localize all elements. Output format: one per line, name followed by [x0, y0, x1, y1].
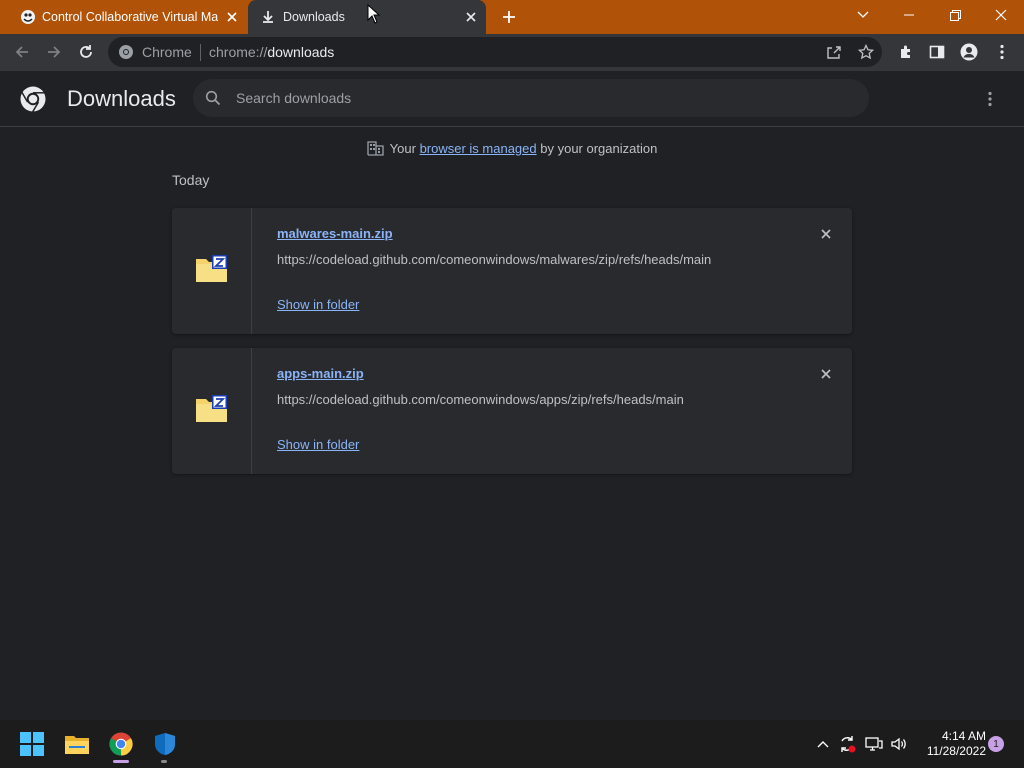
download-item: malwares-main.zip https://codeload.githu…: [172, 208, 852, 334]
back-button[interactable]: [8, 38, 36, 66]
managed-suffix: by your organization: [540, 141, 658, 156]
clock-time: 4:14 AM: [941, 729, 986, 743]
site-chip: Chrome: [142, 44, 192, 60]
chrome-icon[interactable]: [105, 728, 137, 760]
file-icon-column: [172, 208, 252, 334]
close-tab-icon[interactable]: [223, 8, 241, 26]
search-icon: [205, 90, 221, 106]
search-downloads-input[interactable]: [236, 88, 836, 108]
show-in-folder-link[interactable]: Show in folder: [277, 297, 359, 312]
building-icon: [367, 141, 384, 156]
notification-badge[interactable]: 1: [988, 736, 1004, 752]
show-hidden-icons-icon[interactable]: [813, 734, 833, 754]
date-group-label: Today: [172, 172, 210, 188]
tab-control-collaborative[interactable]: Control Collaborative Virtual Mac: [8, 0, 246, 34]
remove-from-list-icon[interactable]: [816, 364, 836, 384]
tab-title: Control Collaborative Virtual Mac: [42, 10, 218, 24]
source-url: https://codeload.github.com/comeonwindow…: [277, 392, 684, 407]
extensions-icon[interactable]: [892, 38, 920, 66]
browser-managed-link[interactable]: browser is managed: [420, 141, 537, 156]
url-path: downloads: [267, 44, 335, 60]
search-box: [193, 79, 869, 117]
network-icon[interactable]: [864, 734, 884, 754]
address-bar[interactable]: Chrome chrome://downloads: [108, 37, 882, 67]
downloads-header: Downloads: [0, 71, 1024, 127]
forward-button[interactable]: [40, 38, 68, 66]
managed-prefix: Your: [389, 141, 416, 156]
remove-from-list-icon[interactable]: [816, 224, 836, 244]
zip-file-icon: [196, 255, 227, 282]
download-icon: [263, 11, 273, 23]
divider: [200, 44, 201, 61]
profile-icon[interactable]: [955, 38, 983, 66]
url-scheme: chrome://: [209, 44, 268, 60]
volume-icon[interactable]: [889, 734, 909, 754]
mouse-cursor-icon: [367, 4, 381, 24]
taskbar: 4:14 AM 11/28/2022 1: [0, 720, 1024, 768]
file-icon-column: [172, 348, 252, 474]
source-url: https://codeload.github.com/comeonwindow…: [277, 252, 712, 267]
url-text: chrome://downloads: [209, 44, 334, 60]
side-panel-icon[interactable]: [923, 38, 951, 66]
chrome-page-icon: [119, 45, 133, 59]
minimize-button[interactable]: [886, 0, 932, 30]
restore-button[interactable]: [932, 0, 978, 30]
download-item: apps-main.zip https://codeload.github.co…: [172, 348, 852, 474]
new-tab-button[interactable]: [498, 6, 520, 28]
tab-title: Downloads: [283, 10, 345, 24]
chrome-menu-icon[interactable]: [988, 38, 1016, 66]
zip-file-icon: [196, 395, 227, 422]
bookmark-star-icon[interactable]: [855, 41, 877, 63]
running-app-indicator: [161, 760, 167, 763]
page-title: Downloads: [67, 86, 176, 111]
vm-control-icon: [21, 10, 35, 24]
browser-toolbar: Chrome chrome://downloads: [0, 34, 1024, 71]
chrome-logo-icon: [20, 86, 46, 112]
file-explorer-icon[interactable]: [61, 728, 93, 760]
managed-notice: Your browser is managed by your organiza…: [0, 140, 1024, 156]
close-window-button[interactable]: [978, 0, 1024, 30]
close-tab-icon[interactable]: [462, 8, 480, 26]
tab-strip: Control Collaborative Virtual Mac Downlo…: [0, 0, 1024, 34]
clock-date: 11/28/2022: [926, 744, 986, 758]
more-actions-icon[interactable]: [978, 87, 1002, 111]
windows-security-icon[interactable]: [149, 728, 181, 760]
sync-alert-icon[interactable]: [837, 734, 857, 754]
file-name-link[interactable]: apps-main.zip: [277, 366, 364, 381]
start-icon[interactable]: [16, 728, 48, 760]
show-in-folder-link[interactable]: Show in folder: [277, 437, 359, 452]
tab-search-icon[interactable]: [840, 0, 886, 30]
share-icon[interactable]: [823, 41, 845, 63]
file-name-link[interactable]: malwares-main.zip: [277, 226, 393, 241]
taskbar-clock[interactable]: 4:14 AM 11/28/2022: [916, 729, 986, 759]
reload-button[interactable]: [72, 38, 100, 66]
active-app-indicator: [113, 760, 129, 763]
